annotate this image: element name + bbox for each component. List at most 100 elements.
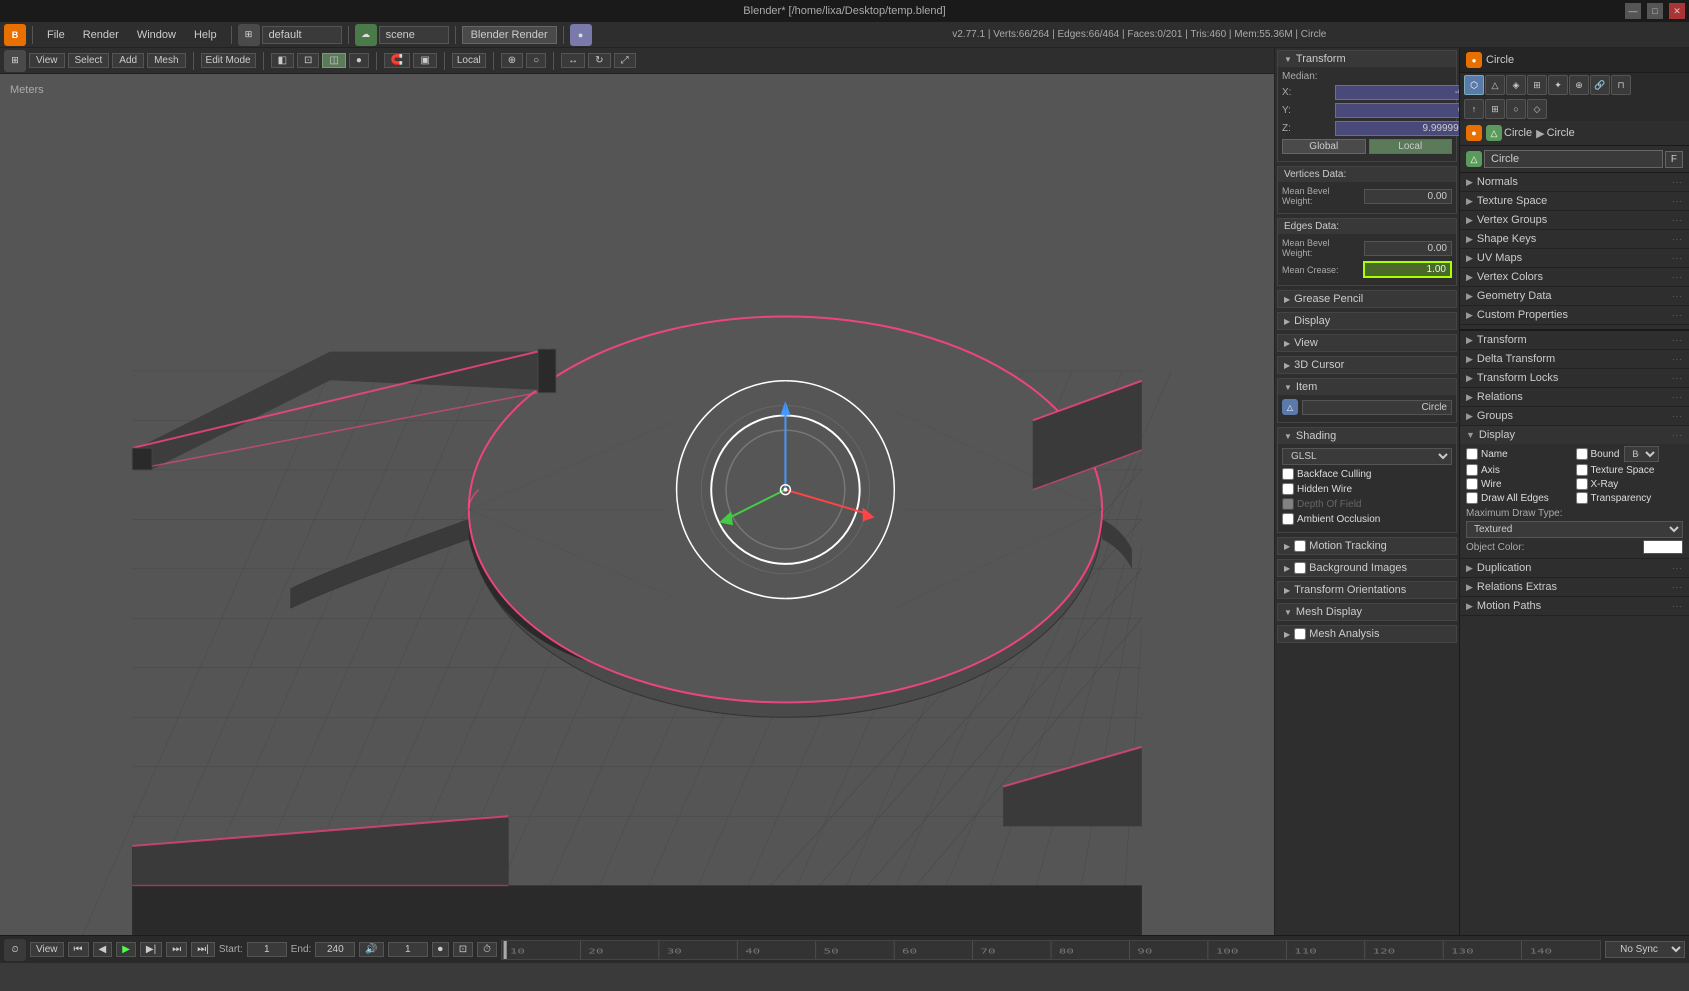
shading-material[interactable]: ◫ bbox=[322, 53, 345, 68]
texture-space-header[interactable]: ▶ Texture Space ··· bbox=[1460, 192, 1689, 210]
transform-orientations-header[interactable]: ▶ Transform Orientations bbox=[1278, 582, 1456, 598]
custom-properties-header[interactable]: ▶ Custom Properties ··· bbox=[1460, 306, 1689, 324]
delta-transform-header[interactable]: ▶ Delta Transform ··· bbox=[1460, 350, 1689, 368]
z-input[interactable] bbox=[1335, 121, 1459, 136]
sync-btn[interactable]: ⏱ bbox=[477, 942, 497, 957]
obj-transform-header[interactable]: ▶ Transform ··· bbox=[1460, 331, 1689, 349]
edges-section-header[interactable]: Edges Data: bbox=[1278, 219, 1456, 234]
geometry-data-header[interactable]: ▶ Geometry Data ··· bbox=[1460, 287, 1689, 305]
vertices-section-header[interactable]: Vertices Data: bbox=[1278, 167, 1456, 182]
draw-all-edges-checkbox[interactable] bbox=[1466, 492, 1478, 504]
display-header[interactable]: ▶ Display bbox=[1278, 313, 1456, 329]
sync-mode-select[interactable]: No Sync bbox=[1605, 941, 1685, 958]
transform-locks-header[interactable]: ▶ Transform Locks ··· bbox=[1460, 369, 1689, 387]
y-input[interactable] bbox=[1335, 103, 1459, 118]
view-menu[interactable]: View bbox=[29, 53, 65, 68]
grease-pencil-header[interactable]: ▶ Grease Pencil bbox=[1278, 291, 1456, 307]
mesh-tab[interactable]: △ bbox=[1485, 75, 1505, 95]
f-badge[interactable]: F bbox=[1665, 151, 1683, 168]
view-header[interactable]: ▶ View bbox=[1278, 335, 1456, 351]
mesh-analysis-check[interactable] bbox=[1294, 628, 1306, 640]
item-header[interactable]: ▼ Item bbox=[1278, 379, 1456, 395]
start-frame-input[interactable] bbox=[247, 942, 287, 957]
minimize-button[interactable]: — bbox=[1625, 3, 1641, 19]
uv-tab[interactable]: ⊞ bbox=[1485, 99, 1505, 119]
vertex-groups-header[interactable]: ▶ Vertex Groups ··· bbox=[1460, 211, 1689, 229]
pivot-point[interactable]: ⊕ bbox=[501, 53, 523, 68]
mean-crease-input[interactable] bbox=[1363, 261, 1453, 278]
duplication-header[interactable]: ▶ Duplication ··· bbox=[1460, 559, 1689, 577]
ambient-occlusion-check[interactable] bbox=[1282, 513, 1294, 525]
menu-help[interactable]: Help bbox=[186, 27, 225, 43]
vertex-groups-tab[interactable]: ○ bbox=[1506, 99, 1526, 119]
physics-tab[interactable]: ⊕ bbox=[1569, 75, 1589, 95]
onion-skin-btn[interactable]: ⊡ bbox=[453, 942, 473, 957]
axis-checkbox[interactable] bbox=[1466, 464, 1478, 476]
screen-layout-dropdown[interactable]: default bbox=[262, 26, 342, 44]
bound-type-select[interactable]: Box bbox=[1624, 446, 1659, 462]
tool-translate[interactable]: ↔ bbox=[561, 53, 585, 68]
background-images-check[interactable] bbox=[1294, 562, 1306, 574]
max-draw-type-select[interactable]: Textured bbox=[1466, 521, 1683, 538]
shading-type-select[interactable]: GLSL bbox=[1282, 448, 1452, 465]
jump-btn[interactable]: ⏭| bbox=[191, 942, 215, 957]
display-obj-header[interactable]: ▼ Display ··· bbox=[1460, 426, 1689, 444]
mean-bevel-input[interactable] bbox=[1364, 189, 1453, 204]
frame-end-btn[interactable]: ⏭ bbox=[166, 942, 187, 957]
mode-dropdown[interactable]: Edit Mode bbox=[201, 53, 256, 68]
view-timeline-btn[interactable]: View bbox=[30, 942, 64, 957]
wire-checkbox[interactable] bbox=[1466, 478, 1478, 490]
audio-sync-btn[interactable]: 🔊 bbox=[359, 942, 383, 957]
scene-icon[interactable]: ☁ bbox=[355, 24, 377, 46]
tool-scale[interactable]: ⤢ bbox=[614, 53, 636, 68]
frame-next-btn[interactable]: ▶| bbox=[140, 942, 162, 957]
object-color-swatch[interactable] bbox=[1643, 540, 1683, 554]
camera-icon[interactable]: ● bbox=[570, 24, 592, 46]
add-menu[interactable]: Add bbox=[112, 53, 144, 68]
normals-header[interactable]: ▶ Normals ··· bbox=[1460, 173, 1689, 191]
modifiers-tab[interactable]: ⊓ bbox=[1611, 75, 1631, 95]
frame-prev-btn[interactable]: ◀ bbox=[93, 942, 113, 957]
menu-file[interactable]: File bbox=[39, 27, 73, 43]
scene-dropdown[interactable]: scene bbox=[379, 26, 449, 44]
motion-paths-header[interactable]: ▶ Motion Paths ··· bbox=[1460, 597, 1689, 615]
particles-tab[interactable]: ✦ bbox=[1548, 75, 1568, 95]
snap-magnet[interactable]: 🧲 bbox=[384, 53, 410, 68]
edge-bevel-input[interactable] bbox=[1364, 241, 1453, 256]
frame-start-btn[interactable]: ⏮ bbox=[68, 942, 89, 957]
bound-checkbox[interactable] bbox=[1576, 448, 1588, 460]
shading-rendered[interactable]: ● bbox=[349, 53, 369, 68]
viewport-type-icon[interactable]: ⊞ bbox=[4, 50, 26, 72]
render-engine-dropdown[interactable]: Blender Render bbox=[462, 26, 557, 44]
blender-logo-icon[interactable]: B bbox=[4, 24, 26, 46]
local-button[interactable]: Local bbox=[1369, 139, 1453, 154]
viewport-canvas[interactable]: Meters bbox=[0, 74, 1274, 935]
transform-orientation[interactable]: Local bbox=[452, 53, 486, 68]
uv-maps-header[interactable]: ▶ UV Maps ··· bbox=[1460, 249, 1689, 267]
select-menu[interactable]: Select bbox=[68, 53, 110, 68]
relations-extras-header[interactable]: ▶ Relations Extras ··· bbox=[1460, 578, 1689, 596]
groups-header[interactable]: ▶ Groups ··· bbox=[1460, 407, 1689, 425]
name-checkbox[interactable] bbox=[1466, 448, 1478, 460]
normals-tab[interactable]: ↑ bbox=[1464, 99, 1484, 119]
end-frame-input[interactable] bbox=[315, 942, 355, 957]
backface-culling-check[interactable] bbox=[1282, 468, 1294, 480]
proportional-edit[interactable]: ○ bbox=[526, 53, 546, 68]
relations-header[interactable]: ▶ Relations ··· bbox=[1460, 388, 1689, 406]
xray-checkbox[interactable] bbox=[1576, 478, 1588, 490]
mesh-menu[interactable]: Mesh bbox=[147, 53, 185, 68]
texture-tab[interactable]: ⊞ bbox=[1527, 75, 1547, 95]
global-button[interactable]: Global bbox=[1282, 139, 1366, 154]
keyframe-record-btn[interactable]: ⏺ bbox=[432, 942, 449, 957]
menu-window[interactable]: Window bbox=[129, 27, 184, 43]
mesh-display-header[interactable]: ▼ Mesh Display bbox=[1278, 604, 1456, 620]
close-button[interactable]: ✕ bbox=[1669, 3, 1685, 19]
screen-layout-icon[interactable]: ⊞ bbox=[238, 24, 260, 46]
transparency-checkbox[interactable] bbox=[1576, 492, 1588, 504]
timeline-type-icon[interactable]: ⏲ bbox=[4, 939, 26, 961]
constraints-tab[interactable]: 🔗 bbox=[1590, 75, 1610, 95]
transform-section-header[interactable]: ▼ Transform bbox=[1278, 51, 1456, 67]
object-tab[interactable]: ⬡ bbox=[1464, 75, 1484, 95]
item-name-input[interactable] bbox=[1302, 400, 1452, 415]
motion-tracking-header[interactable]: ▶ Motion Tracking bbox=[1278, 538, 1456, 554]
